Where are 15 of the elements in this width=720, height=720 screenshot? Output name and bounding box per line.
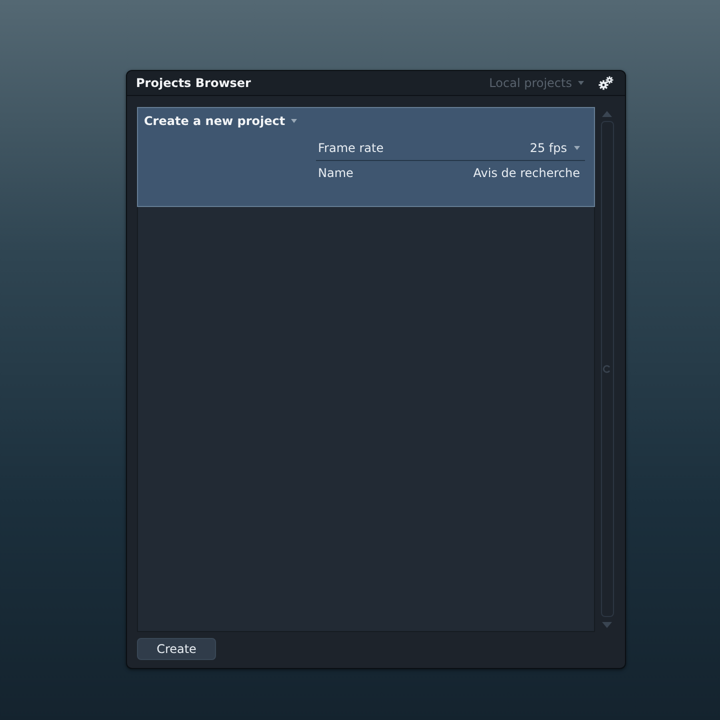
field-label: Name [318,166,354,180]
caret-icon [291,119,298,123]
scrollbar-track[interactable] [600,121,614,617]
scroll-down-icon[interactable] [602,622,612,628]
settings-icon[interactable] [598,76,614,90]
create-button[interactable]: Create [137,638,216,660]
caret-icon [574,146,580,150]
scroll-up-icon[interactable] [602,111,612,117]
field-label: Frame rate [318,141,384,155]
window-title: Projects Browser [136,76,251,90]
frame-rate-dropdown[interactable]: 25 fps [530,141,580,155]
name-field[interactable]: Avis de recherche [400,166,580,180]
scrollbar-grip-icon[interactable] [603,365,611,373]
caret-icon [578,81,584,85]
new-project-toggle[interactable]: Create a new project [138,108,304,130]
